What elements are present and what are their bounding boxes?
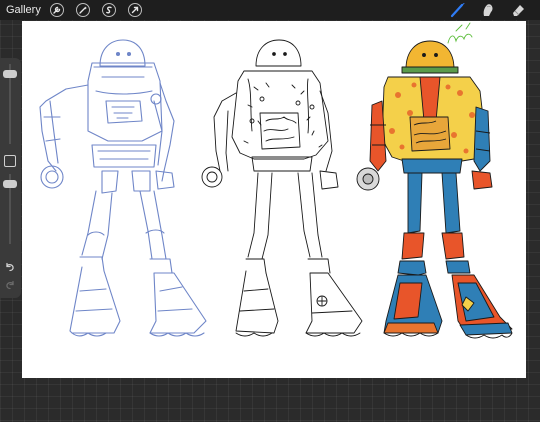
lineart-robot: [201, 39, 363, 337]
smudge-icon[interactable]: [480, 2, 496, 18]
drawing-canvas[interactable]: [22, 21, 526, 378]
wrench-icon[interactable]: [49, 2, 65, 18]
painting-tools: [450, 0, 540, 20]
green-signature: [447, 22, 473, 44]
colored-robot: [356, 40, 513, 339]
magic-wand-icon[interactable]: [75, 2, 91, 18]
undo-icon[interactable]: [4, 260, 16, 272]
gallery-button[interactable]: Gallery: [6, 4, 41, 16]
transform-arrow-icon[interactable]: [127, 2, 143, 18]
top-toolbar: Gallery: [0, 0, 540, 20]
brush-icon[interactable]: [450, 2, 466, 18]
left-sidebar: [0, 58, 21, 298]
selection-s-icon[interactable]: [101, 2, 117, 18]
brush-opacity-slider[interactable]: [3, 180, 17, 188]
blue-sketch-robot: [39, 39, 207, 337]
modify-button[interactable]: [4, 155, 16, 167]
brush-size-slider[interactable]: [3, 70, 17, 78]
redo-icon[interactable]: [4, 278, 16, 290]
eraser-icon[interactable]: [510, 2, 526, 18]
